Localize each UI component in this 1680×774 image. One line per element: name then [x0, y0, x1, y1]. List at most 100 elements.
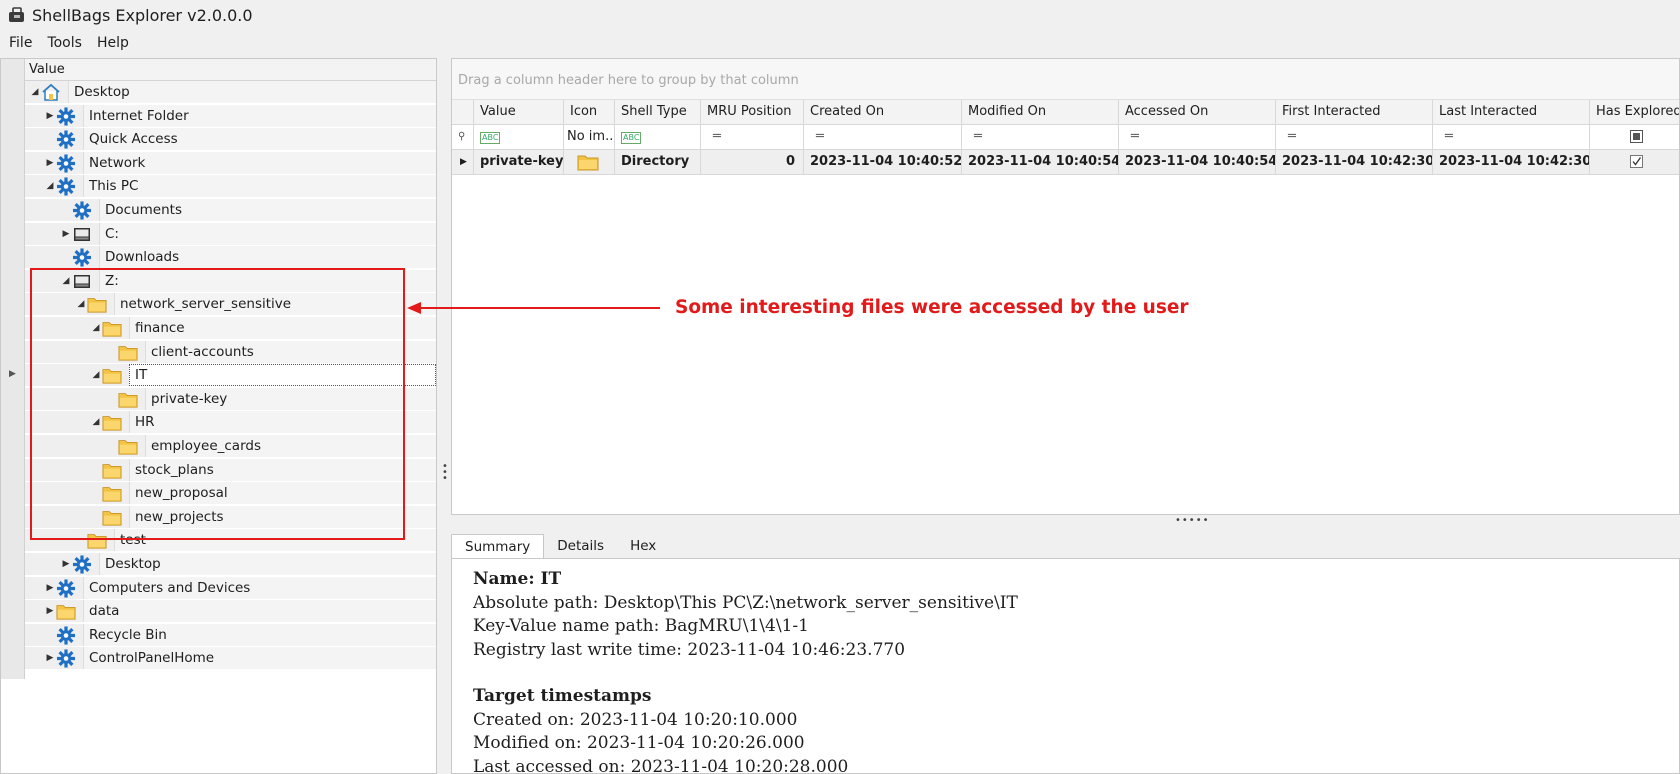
horizontal-splitter-grip[interactable]: •••••: [1175, 515, 1210, 526]
current-row-indicator-icon: ▶: [9, 369, 16, 380]
menu-bar: File Tools Help: [0, 31, 144, 55]
cell-last-interacted[interactable]: 2023-11-04 10:42:30: [1433, 150, 1590, 175]
tree-item[interactable]: ▶ Network: [25, 151, 436, 175]
column-header-icon[interactable]: Icon: [564, 100, 615, 125]
filter-has-explored[interactable]: [1590, 125, 1679, 150]
expand-arrow-icon[interactable]: ▶: [45, 583, 55, 593]
text-filter-icon: ABC: [480, 132, 501, 144]
menu-tools[interactable]: Tools: [47, 35, 82, 51]
collapse-arrow-icon[interactable]: ◢: [45, 181, 55, 191]
checkmark-icon: [1630, 155, 1643, 168]
column-header-has-explored[interactable]: Has Explored: [1590, 100, 1679, 125]
menu-file[interactable]: File: [9, 35, 32, 51]
tree-item[interactable]: ◢ This PC: [25, 175, 436, 199]
filter-mru-position[interactable]: ═: [701, 125, 804, 150]
tree-item[interactable]: Recycle Bin: [25, 623, 436, 647]
gear-icon: [72, 248, 92, 267]
filter-value[interactable]: ABC: [474, 125, 564, 150]
column-header-modified-on[interactable]: Modified On: [962, 100, 1119, 125]
filter-first-interacted[interactable]: ═: [1276, 125, 1433, 150]
gear-icon: [72, 201, 92, 220]
summary-target-heading: Target timestamps: [473, 686, 652, 706]
tree-item[interactable]: ▶ Computers and Devices: [25, 576, 436, 600]
tree-item[interactable]: ▶ data: [25, 600, 436, 624]
tab-summary[interactable]: Summary: [451, 534, 545, 558]
checkbox-indeterminate-icon[interactable]: [1630, 130, 1643, 143]
cell-value[interactable]: private-key: [474, 150, 564, 175]
column-header-first-interacted[interactable]: First Interacted: [1276, 100, 1433, 125]
expand-arrow-icon[interactable]: ▶: [61, 229, 71, 239]
annotation-arrow: [407, 302, 660, 314]
summary-absolute-path: Absolute path: Desktop\This PC\Z:\networ…: [473, 592, 1018, 613]
shellbags-window: ShellBags Explorer v2.0.0.0 File Tools H…: [0, 0, 1680, 774]
filter-shell-type[interactable]: ABC: [615, 125, 701, 150]
tree-item[interactable]: ▶ Internet Folder: [25, 104, 436, 128]
filter-icon-column[interactable]: No im...: [564, 125, 615, 150]
column-header-created-on[interactable]: Created On: [804, 100, 962, 125]
collapse-arrow-icon[interactable]: ◢: [30, 87, 40, 97]
folder-icon: [56, 602, 76, 621]
column-header-shell-type[interactable]: Shell Type: [615, 100, 701, 125]
filter-pin-icon: ⚲: [452, 125, 474, 150]
gear-icon: [56, 130, 76, 149]
details-grid[interactable]: Drag a column header here to group by th…: [451, 58, 1680, 515]
filter-modified-on[interactable]: ═: [962, 125, 1119, 150]
expand-arrow-icon[interactable]: ▶: [45, 111, 55, 121]
cell-has-explored[interactable]: [1590, 150, 1679, 175]
summary-name: Name: IT: [473, 569, 562, 589]
grid-filter-row: ⚲ ABC No im... ABC ═ ═ ═ ═ ═ ═: [452, 125, 1679, 150]
expand-arrow-icon[interactable]: ▶: [61, 559, 71, 569]
cell-icon: [564, 150, 615, 175]
tree-item-cell[interactable]: [99, 222, 436, 245]
row-expand-icon[interactable]: ▶: [452, 150, 474, 175]
cell-shell-type[interactable]: Directory: [615, 150, 701, 175]
splitter-grip[interactable]: • • •: [442, 462, 448, 484]
expand-arrow-icon[interactable]: ▶: [45, 158, 55, 168]
table-row[interactable]: ▶ private-key Directory 0 2023-11-04 10:…: [452, 150, 1679, 175]
tree-item[interactable]: Quick Access: [25, 128, 436, 152]
tree-item[interactable]: Downloads: [25, 246, 436, 270]
annotation-text: Some interesting files were accessed by …: [675, 297, 1189, 318]
filter-accessed-on[interactable]: ═: [1119, 125, 1276, 150]
tree-item-label: Desktop: [105, 556, 161, 572]
expand-arrow-icon[interactable]: ▶: [45, 653, 55, 663]
cell-created-on[interactable]: 2023-11-04 10:40:52: [804, 150, 962, 175]
summary-registry-write-time: Registry last write time: 2023-11-04 10:…: [473, 639, 906, 660]
tree-item-cell[interactable]: [83, 600, 436, 623]
cell-first-interacted[interactable]: 2023-11-04 10:42:30: [1276, 150, 1433, 175]
column-header-mru-position[interactable]: MRU Position: [701, 100, 804, 125]
tree-item[interactable]: ◢ Desktop: [25, 81, 436, 104]
summary-modified-on: Modified on: 2023-11-04 10:20:26.000: [473, 733, 805, 753]
tree-item[interactable]: ▶ Desktop: [25, 553, 436, 576]
gear-icon: [56, 107, 76, 126]
tree-item-label: ControlPanelHome: [89, 650, 215, 667]
column-header-last-interacted[interactable]: Last Interacted: [1433, 100, 1590, 125]
vertical-splitter[interactable]: • • •: [437, 58, 451, 774]
summary-panel[interactable]: Name: IT Absolute path: Desktop\This PC\…: [451, 558, 1680, 774]
column-header-accessed-on[interactable]: Accessed On: [1119, 100, 1276, 125]
home-icon: [41, 83, 61, 102]
gear-icon: [56, 649, 76, 668]
filter-created-on[interactable]: ═: [804, 125, 962, 150]
tree-item-label: Quick Access: [89, 131, 178, 148]
app-icon: [9, 7, 24, 22]
tree-item[interactable]: ▶ ControlPanelHome: [25, 647, 436, 671]
group-by-area[interactable]: Drag a column header here to group by th…: [452, 59, 1679, 100]
cell-accessed-on[interactable]: 2023-11-04 10:40:54: [1119, 150, 1276, 175]
tab-hex[interactable]: Hex: [617, 534, 669, 558]
cell-modified-on[interactable]: 2023-11-04 10:40:54: [962, 150, 1119, 175]
tree-item-label: Network: [89, 154, 146, 171]
filter-last-interacted[interactable]: ═: [1433, 125, 1590, 150]
expand-arrow-icon[interactable]: ▶: [45, 606, 55, 616]
column-header-value[interactable]: Value: [474, 100, 564, 125]
tree-item[interactable]: ▶ C:: [25, 222, 436, 246]
tree-item-label: Recycle Bin: [89, 626, 167, 643]
menu-help[interactable]: Help: [97, 35, 129, 51]
cell-mru-position[interactable]: 0: [701, 150, 804, 175]
tree-column-header[interactable]: Value: [25, 59, 436, 81]
tree-item[interactable]: Documents: [25, 199, 436, 222]
drive-icon: [72, 225, 92, 244]
annotation-highlight-box: [30, 268, 405, 540]
summary-last-accessed: Last accessed on: 2023-11-04 10:20:28.00…: [473, 756, 849, 774]
tab-details[interactable]: Details: [544, 534, 617, 558]
